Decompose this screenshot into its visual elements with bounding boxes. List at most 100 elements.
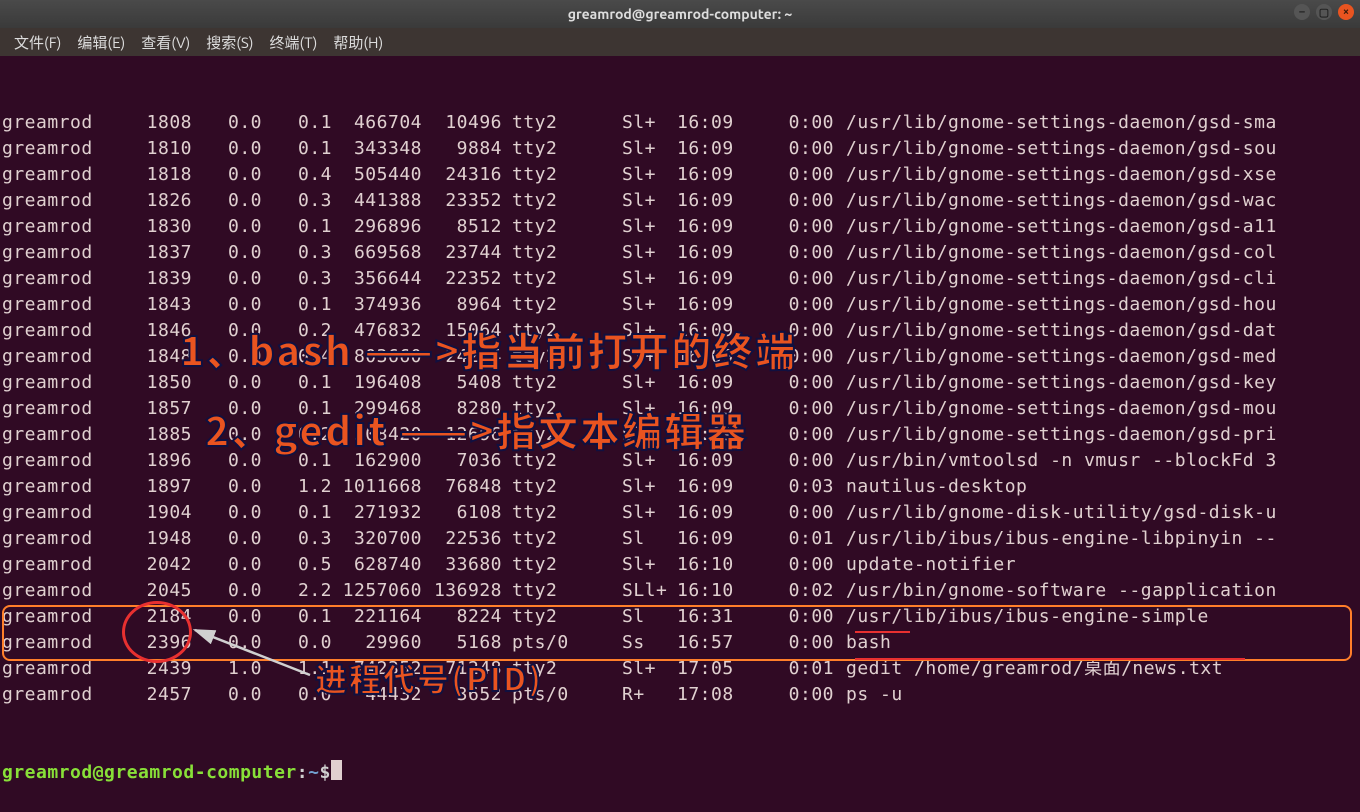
process-row: greamrod18970.01.2101166876848tty2Sl+16:…	[2, 474, 1358, 500]
col-stat: Sl+	[582, 266, 662, 292]
process-row: greamrod18180.00.450544024316tty2Sl+16:0…	[2, 162, 1358, 188]
col-tty: tty2	[502, 136, 582, 162]
col-tty: tty2	[502, 266, 582, 292]
col-cpu: 0.0	[192, 422, 262, 448]
col-cpu: 0.0	[192, 214, 262, 240]
col-rss: 136928	[422, 578, 502, 604]
minimize-button[interactable]: –	[1294, 4, 1310, 20]
col-start: 16:09	[662, 422, 752, 448]
col-start: 16:09	[662, 188, 752, 214]
col-user: greamrod	[2, 474, 112, 500]
process-row: greamrod18100.00.13433489884tty2Sl+16:09…	[2, 136, 1358, 162]
col-stat: Ss	[582, 630, 662, 656]
col-user: greamrod	[2, 682, 112, 708]
col-mem: 0.3	[262, 188, 332, 214]
menu-terminal[interactable]: 终端(T)	[262, 32, 326, 53]
menu-view[interactable]: 查看(V)	[133, 32, 198, 53]
col-pid: 1846	[112, 318, 192, 344]
col-start: 16:09	[662, 110, 752, 136]
terminal-output[interactable]: greamrod18080.00.146670410496tty2Sl+16:0…	[0, 56, 1360, 812]
col-pid: 2184	[112, 604, 192, 630]
menu-search[interactable]: 搜索(S)	[198, 32, 261, 53]
process-row: greamrod21840.00.12211648224tty2Sl16:310…	[2, 604, 1358, 630]
col-tty: tty2	[502, 292, 582, 318]
col-stat: Sl	[582, 604, 662, 630]
col-stat: Sl+	[582, 162, 662, 188]
col-stat: Sl+	[582, 214, 662, 240]
col-tty: tty2	[502, 656, 582, 682]
col-cmd: nautilus-desktop	[842, 474, 1358, 500]
col-user: greamrod	[2, 422, 112, 448]
col-stat: Sl+	[582, 448, 662, 474]
col-time: 0:03	[752, 474, 842, 500]
menu-file[interactable]: 文件(F)	[6, 32, 69, 53]
col-start: 16:09	[662, 448, 752, 474]
col-cmd: /usr/bin/vmtoolsd -n vmusr --blockFd 3	[842, 448, 1358, 474]
col-start: 16:09	[662, 136, 752, 162]
col-user: greamrod	[2, 448, 112, 474]
col-tty: tty2	[502, 188, 582, 214]
col-mem: 0.1	[262, 448, 332, 474]
col-pid: 1818	[112, 162, 192, 188]
col-user: greamrod	[2, 110, 112, 136]
col-time: 0:00	[752, 344, 842, 370]
col-cpu: 0.0	[192, 604, 262, 630]
col-start: 16:10	[662, 552, 752, 578]
close-button[interactable]: ×	[1338, 4, 1354, 20]
col-time: 0:01	[752, 526, 842, 552]
col-user: greamrod	[2, 292, 112, 318]
col-rss: 22536	[422, 526, 502, 552]
col-rss: 12696	[422, 422, 502, 448]
col-vsz: 356644	[332, 266, 422, 292]
col-pid: 1948	[112, 526, 192, 552]
col-tty: tty2	[502, 604, 582, 630]
col-vsz: 441388	[332, 188, 422, 214]
col-cpu: 0.0	[192, 188, 262, 214]
process-row: greamrod18080.00.146670410496tty2Sl+16:0…	[2, 110, 1358, 136]
menu-edit[interactable]: 编辑(E)	[69, 32, 133, 53]
process-row: greamrod20420.00.562874033680tty2Sl+16:1…	[2, 552, 1358, 578]
col-cmd: /usr/lib/ibus/ibus-engine-libpinyin --	[842, 526, 1358, 552]
col-tty: tty2	[502, 552, 582, 578]
col-vsz: 803660	[332, 344, 422, 370]
col-mem: 0.5	[262, 552, 332, 578]
col-vsz: 299468	[332, 396, 422, 422]
col-mem: 0.1	[262, 396, 332, 422]
col-cmd: /usr/lib/gnome-settings-daemon/gsd-mou	[842, 396, 1358, 422]
col-vsz: 628740	[332, 552, 422, 578]
col-cpu: 0.0	[192, 526, 262, 552]
col-vsz: 296896	[332, 214, 422, 240]
col-mem: 0.2	[262, 318, 332, 344]
col-cmd: update-notifier	[842, 552, 1358, 578]
col-mem: 0.0	[262, 630, 332, 656]
col-user: greamrod	[2, 188, 112, 214]
col-rss: 71248	[422, 656, 502, 682]
col-cmd: gedit /home/greamrod/桌面/news.txt	[842, 656, 1358, 682]
col-user: greamrod	[2, 526, 112, 552]
maximize-button[interactable]: ▢	[1316, 4, 1332, 20]
process-row: greamrod18390.00.335664422352tty2Sl+16:0…	[2, 266, 1358, 292]
col-cpu: 0.0	[192, 344, 262, 370]
col-start: 16:09	[662, 474, 752, 500]
col-cmd: /usr/lib/gnome-settings-daemon/gsd-cli	[842, 266, 1358, 292]
window-titlebar: greamrod@greamrod-computer: ~ – ▢ ×	[0, 0, 1360, 28]
col-pid: 1837	[112, 240, 192, 266]
col-mem: 1.1	[262, 656, 332, 682]
col-vsz: 44432	[332, 682, 422, 708]
window-title: greamrod@greamrod-computer: ~	[568, 6, 793, 22]
col-cpu: 0.0	[192, 682, 262, 708]
col-cmd: /usr/lib/gnome-settings-daemon/gsd-sou	[842, 136, 1358, 162]
col-cpu: 0.0	[192, 110, 262, 136]
process-row: greamrod19040.00.12719326108tty2Sl+16:09…	[2, 500, 1358, 526]
col-tty: tty2	[502, 318, 582, 344]
col-pid: 1897	[112, 474, 192, 500]
col-rss: 8512	[422, 214, 502, 240]
menu-help[interactable]: 帮助(H)	[325, 32, 391, 53]
col-mem: 0.2	[262, 422, 332, 448]
col-pid: 1850	[112, 370, 192, 396]
col-stat: Sl+	[582, 474, 662, 500]
col-stat: Sl+	[582, 500, 662, 526]
col-vsz: 669568	[332, 240, 422, 266]
col-time: 0:00	[752, 162, 842, 188]
prompt-line[interactable]: greamrod@greamrod-computer:~$	[2, 760, 1358, 786]
